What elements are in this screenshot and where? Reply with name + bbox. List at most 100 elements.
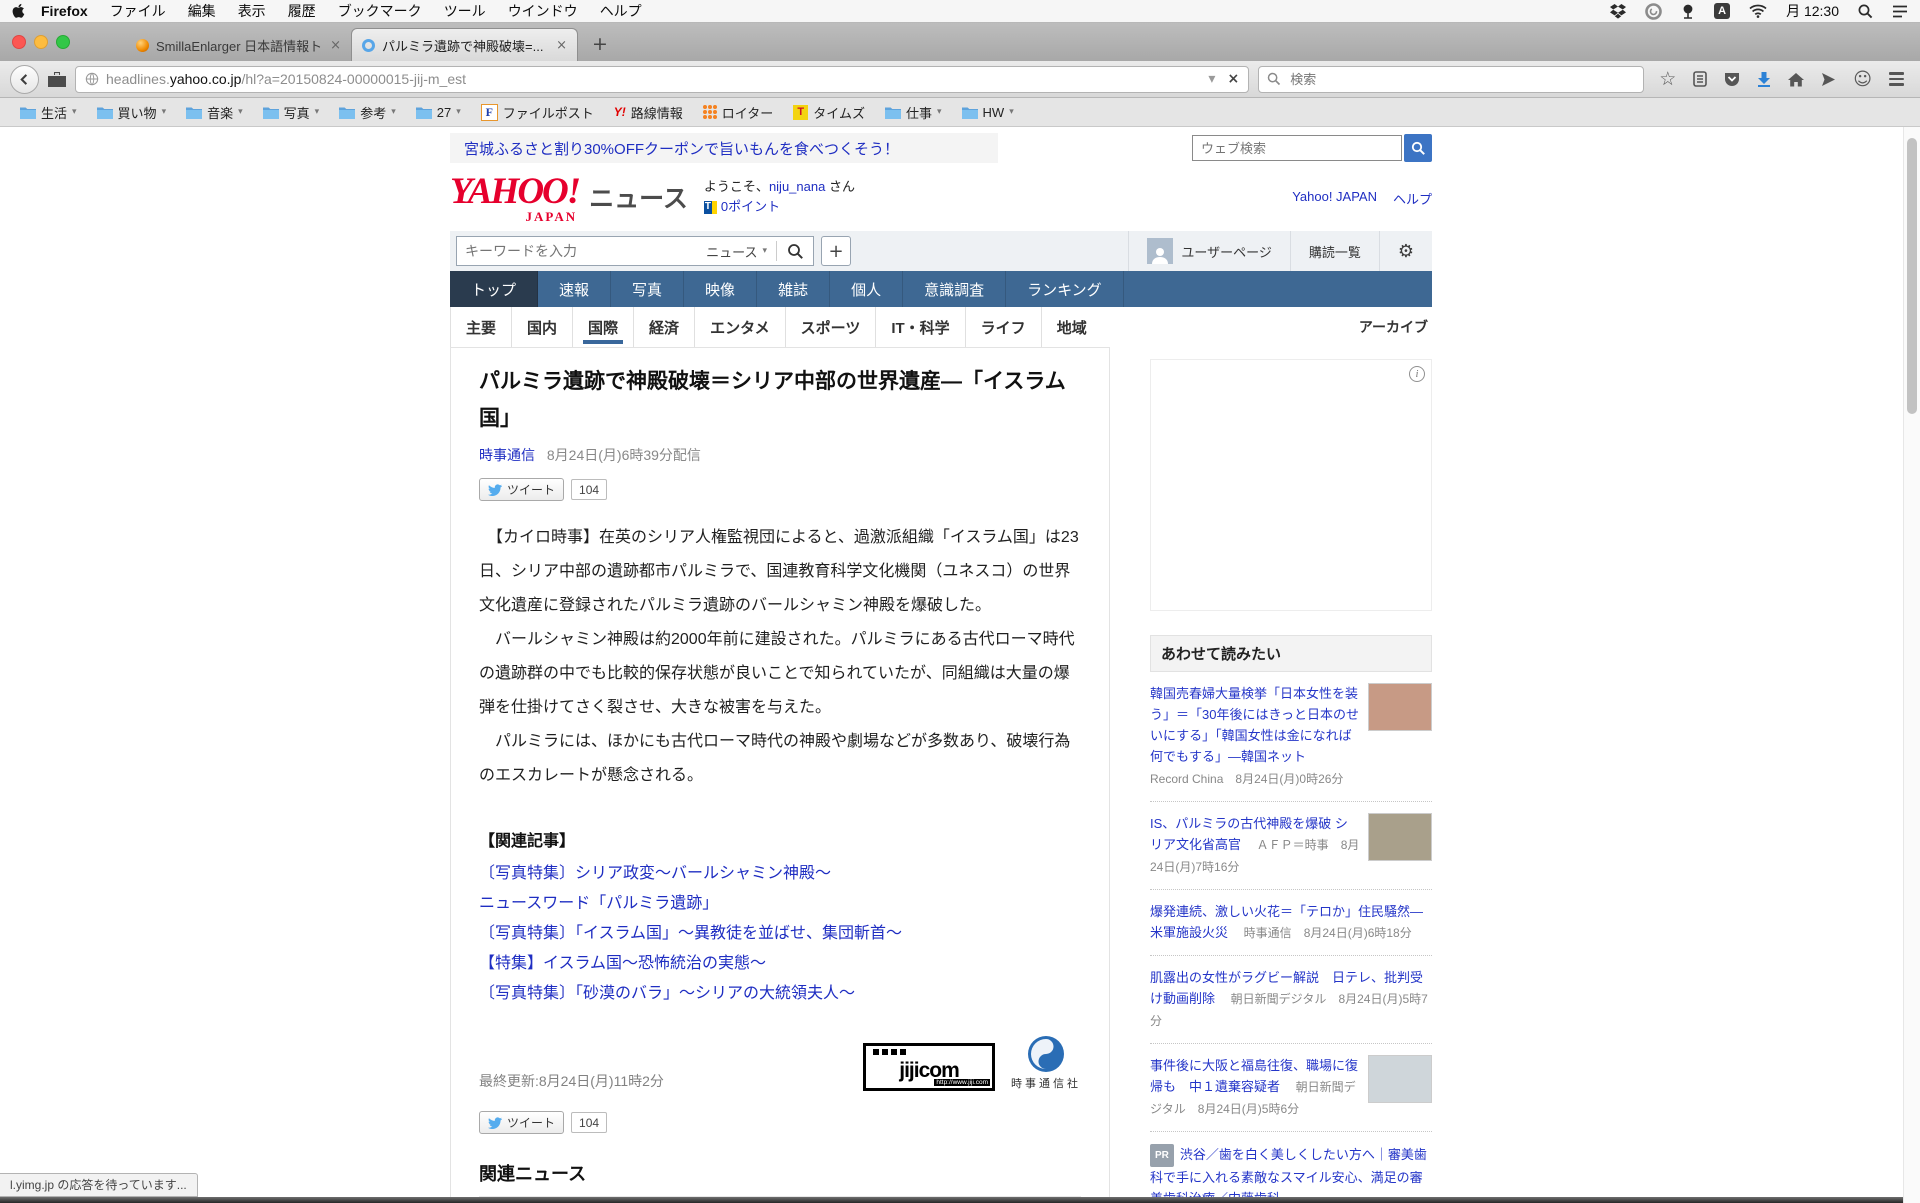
- bookmark-item[interactable]: HW ▾: [952, 105, 1024, 120]
- username-link[interactable]: niju_nana: [769, 179, 825, 194]
- yahoo-japan-link[interactable]: Yahoo! JAPAN: [1292, 189, 1377, 208]
- help-link[interactable]: ヘルプ: [1393, 189, 1432, 208]
- tweet-button[interactable]: ツイート: [479, 478, 564, 501]
- pr-ad[interactable]: PR渋谷／歯を白く美しくしたい方へ｜審美歯科で手に入れる素敵なスマイル安心、満足…: [1150, 1144, 1432, 1203]
- bookmark-item[interactable]: Y! 路線情報: [604, 103, 693, 122]
- input-source-icon[interactable]: A: [1714, 3, 1730, 19]
- bookmark-item[interactable]: ロイター: [693, 103, 783, 122]
- browser-tab[interactable]: SmillaEnlarger 日本語情報ト... ×: [126, 30, 351, 61]
- wifi-icon[interactable]: [1749, 4, 1767, 18]
- download-icon[interactable]: [1757, 72, 1771, 87]
- subscriptions-button[interactable]: 購読一覧: [1291, 231, 1379, 271]
- points-link[interactable]: 0ポイント: [721, 197, 780, 217]
- bookmark-item[interactable]: F ファイルポスト: [471, 103, 604, 122]
- scrollbar-thumb[interactable]: [1907, 138, 1917, 414]
- menubar-item-bookmarks[interactable]: ブックマーク: [327, 1, 433, 21]
- bookmark-star-icon[interactable]: ☆: [1659, 68, 1676, 90]
- share-icon[interactable]: [1821, 72, 1836, 87]
- recommended-item[interactable]: 肌露出の女性がラグビー解説 日テレ、批判受け動画削除 朝日新聞デジタル 8月24…: [1150, 956, 1432, 1044]
- related-article-link[interactable]: 〔写真特集〕シリア政変～バールシャミン神殿～: [479, 859, 1081, 889]
- subnav-item[interactable]: IT・科学: [875, 307, 964, 347]
- spotlight-icon[interactable]: [1858, 4, 1873, 19]
- menubar-item-help[interactable]: ヘルプ: [589, 1, 653, 21]
- url-dropdown-icon[interactable]: ▾: [1208, 71, 1215, 87]
- menubar-item-edit[interactable]: 編集: [177, 1, 227, 21]
- nav-tab[interactable]: ランキング: [1006, 271, 1124, 307]
- menubar-item-history[interactable]: 履歴: [277, 1, 327, 21]
- web-search-button[interactable]: [1404, 134, 1432, 162]
- subnav-item[interactable]: ライフ: [965, 307, 1041, 347]
- device-status-icon[interactable]: [1681, 3, 1695, 19]
- subnav-item[interactable]: 国内: [511, 307, 572, 347]
- home-icon[interactable]: [1788, 72, 1804, 87]
- bookmark-item[interactable]: 買い物 ▾: [87, 103, 177, 122]
- article-source-link[interactable]: 時事通信: [479, 447, 535, 463]
- bookmark-item[interactable]: 音楽 ▾: [176, 103, 253, 122]
- page-scrollbar[interactable]: [1903, 127, 1920, 1203]
- related-article-link[interactable]: ニュースワード「パルミラ遺跡」: [479, 889, 1081, 919]
- recommended-item[interactable]: 爆発連続、激しい火花＝「テロか」住民騒然―米軍施設火災 時事通信 8月24日(月…: [1150, 890, 1432, 956]
- related-article-link[interactable]: 【特集】イスラム国～恐怖統治の実態～: [479, 949, 1081, 979]
- bookmark-item[interactable]: 参考 ▾: [329, 103, 406, 122]
- user-page-button[interactable]: ユーザーページ: [1129, 231, 1289, 271]
- recommended-item[interactable]: IS、パルミラの古代神殿を爆破 シリア文化省高官 ＡＦＰ＝時事 8月24日(月)…: [1150, 802, 1432, 890]
- site-identity-icon[interactable]: [85, 72, 99, 86]
- menubar-item-file[interactable]: ファイル: [99, 1, 177, 21]
- bookmark-item[interactable]: T タイムズ: [783, 103, 875, 122]
- subnav-item[interactable]: エンタメ: [694, 307, 785, 347]
- promo-banner-link[interactable]: 宮城ふるさと割り30%OFFクーポンで旨いもんを食べつくそう！: [464, 138, 899, 159]
- related-article-link[interactable]: 〔写真特集〕「イスラム国」～異教徒を並ばせ、集団斬首～: [479, 919, 1081, 949]
- reading-list-icon[interactable]: [1693, 71, 1707, 87]
- notification-center-icon[interactable]: [1892, 5, 1908, 18]
- ad-slot[interactable]: i: [1150, 359, 1432, 611]
- recommended-item[interactable]: 韓国売春婦大量検挙「日本女性を装う」＝「30年後にはきっと日本のせいにする」「韓…: [1150, 672, 1432, 802]
- subnav-item[interactable]: スポーツ: [785, 307, 876, 347]
- jiji-press-logo[interactable]: 時事通信社: [1011, 1035, 1081, 1091]
- news-search-button[interactable]: [777, 237, 813, 265]
- subnav-item[interactable]: 主要: [450, 307, 511, 347]
- window-close-button[interactable]: [12, 35, 26, 49]
- new-tab-button[interactable]: +: [592, 33, 608, 55]
- menubar-item-tools[interactable]: ツール: [433, 1, 497, 21]
- related-article-link[interactable]: 〔写真特集〕「砂漠のバラ」～シリアの大統領夫人～: [479, 979, 1081, 1009]
- nav-tab[interactable]: 映像: [684, 271, 757, 307]
- nav-tab[interactable]: 写真: [611, 271, 684, 307]
- tweet-button[interactable]: ツイート: [479, 1111, 564, 1134]
- ad-info-icon[interactable]: i: [1409, 366, 1425, 382]
- creative-cloud-icon[interactable]: [1645, 3, 1662, 20]
- browser-search-input[interactable]: [1288, 71, 1635, 88]
- library-icon[interactable]: [48, 72, 66, 87]
- nav-tab[interactable]: 意識調査: [903, 271, 1006, 307]
- apple-icon[interactable]: [12, 3, 26, 19]
- tab-close-icon[interactable]: ×: [330, 38, 341, 53]
- window-minimize-button[interactable]: [34, 35, 48, 49]
- web-search-input[interactable]: [1199, 140, 1395, 157]
- add-search-button[interactable]: +: [821, 236, 851, 266]
- menubar-clock[interactable]: 月 12:30: [1786, 1, 1839, 21]
- jijicom-logo[interactable]: jijicom http://www.jiji.com: [863, 1043, 995, 1091]
- bookmark-item[interactable]: 生活 ▾: [10, 103, 87, 122]
- bookmark-item[interactable]: 写真 ▾: [253, 103, 330, 122]
- browser-tab-active[interactable]: パルミラ遺跡で神殿破壊=... ×: [351, 28, 578, 61]
- menubar-app-name[interactable]: Firefox: [30, 3, 99, 19]
- menubar-item-view[interactable]: 表示: [227, 1, 277, 21]
- subnav-item[interactable]: 国際: [572, 307, 633, 347]
- bookmark-item[interactable]: 27 ▾: [406, 105, 471, 120]
- pr-link[interactable]: 渋谷／歯を白く美しくしたい方へ｜審美歯科で手に入れる素敵なスマイル安心、満足の審…: [1150, 1147, 1427, 1203]
- nav-tab[interactable]: 速報: [538, 271, 611, 307]
- menubar-item-window[interactable]: ウインドウ: [497, 1, 589, 21]
- recommended-item[interactable]: 事件後に大阪と福島往復、職場に復帰も 中１遺棄容疑者 朝日新聞デジタル 8月24…: [1150, 1044, 1432, 1132]
- poc-smiley-icon[interactable]: ☺: [1853, 69, 1872, 90]
- stop-button[interactable]: ×: [1227, 71, 1239, 87]
- settings-button[interactable]: ⚙: [1380, 231, 1432, 271]
- tab-close-icon[interactable]: ×: [556, 38, 567, 53]
- nav-tab[interactable]: トップ: [450, 271, 538, 307]
- bookmark-item[interactable]: 仕事 ▾: [875, 103, 952, 122]
- archive-link[interactable]: アーカイブ: [1359, 317, 1432, 337]
- search-scope-select[interactable]: ニュース▾: [697, 242, 776, 261]
- browser-search-field[interactable]: [1258, 66, 1644, 93]
- nav-tab[interactable]: 個人: [830, 271, 903, 307]
- url-bar[interactable]: headlines.yahoo.co.jp/hl?a=20150824-0000…: [75, 66, 1249, 93]
- yahoo-japan-logo[interactable]: YAHOO! JAPAN: [450, 173, 579, 210]
- subnav-item[interactable]: 経済: [633, 307, 694, 347]
